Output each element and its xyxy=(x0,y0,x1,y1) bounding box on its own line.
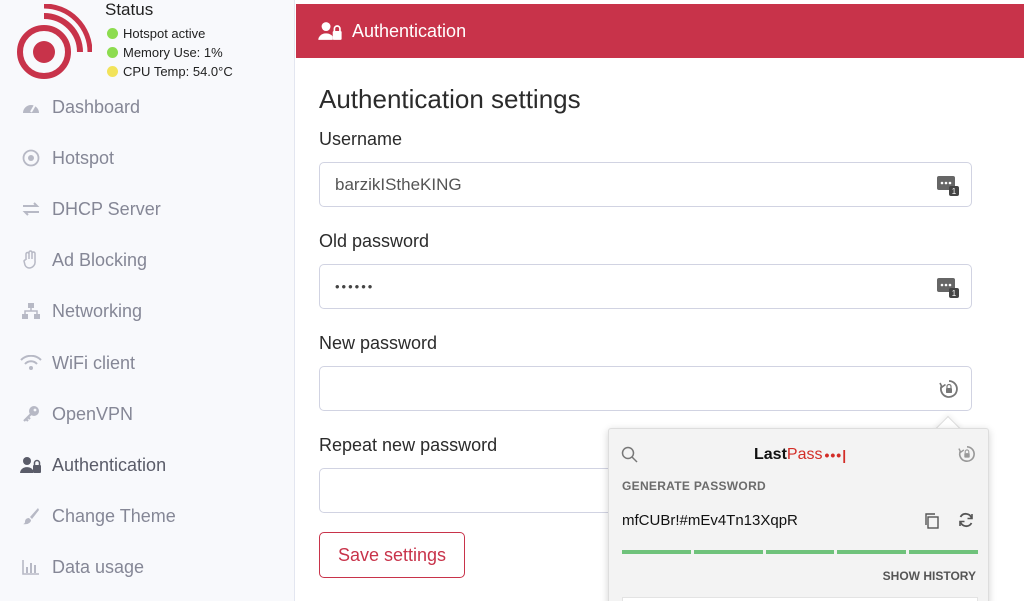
paint-brush-icon xyxy=(20,505,42,527)
generated-password[interactable]: mfCUBr!#mEv4Tn13XqpR xyxy=(622,512,798,529)
lastpass-generate-icon[interactable] xyxy=(958,445,976,468)
sidebar-item-label: WiFi client xyxy=(52,352,136,373)
lastpass-logo: Last Pass •••| xyxy=(754,446,847,464)
raspap-logo-icon xyxy=(17,4,92,79)
status-dot xyxy=(107,47,118,58)
sidebar-item-wifi-client[interactable]: WiFi client xyxy=(20,350,135,376)
sidebar-item-openvpn[interactable]: OpenVPN xyxy=(20,401,133,427)
show-history-link[interactable]: SHOW HISTORY xyxy=(883,569,976,583)
lastpass-autofill-icon[interactable]: 1 xyxy=(937,174,959,201)
sidebar-item-authentication[interactable]: Authentication xyxy=(20,452,166,478)
search-icon[interactable] xyxy=(621,446,639,469)
status-title: Status xyxy=(105,0,154,19)
network-icon xyxy=(20,300,42,322)
bar-chart-icon xyxy=(20,556,42,578)
username-field[interactable]: barzikIStheKING 1 xyxy=(319,162,972,207)
sidebar-item-dhcp-server[interactable]: DHCP Server xyxy=(20,196,161,222)
status-cpu-text: CPU Temp: 54.0°C xyxy=(123,64,233,79)
refresh-icon[interactable] xyxy=(958,512,974,533)
sidebar: Status Hotspot active Memory Use: 1% CPU… xyxy=(0,0,295,601)
lastpass-generate-icon[interactable] xyxy=(939,379,959,404)
sidebar-item-data-usage[interactable]: Data usage xyxy=(20,554,144,580)
key-icon xyxy=(20,403,42,425)
lastpass-popup: Last Pass •••| GENERATE PASSWORD mfCUBr!#m… xyxy=(608,428,989,601)
old-password-field[interactable]: •••••• 1 xyxy=(319,264,972,309)
sidebar-item-networking[interactable]: Networking xyxy=(20,298,142,324)
save-settings-button[interactable]: Save settings xyxy=(319,532,465,578)
sidebar-item-label: Hotspot xyxy=(52,147,115,168)
sidebar-item-label: Authentication xyxy=(52,454,167,475)
sidebar-item-label: Ad Blocking xyxy=(52,249,148,270)
status-dot xyxy=(107,66,118,77)
status-cpu: CPU Temp: 54.0°C xyxy=(107,64,233,79)
sidebar-item-label: Networking xyxy=(52,300,143,321)
status-dot xyxy=(107,28,118,39)
page-title: Authentication settings xyxy=(319,84,581,114)
sidebar-item-label: Data usage xyxy=(52,556,145,577)
exchange-icon xyxy=(20,198,42,220)
old-password-value: •••••• xyxy=(335,279,375,294)
user-lock-icon xyxy=(318,21,343,41)
sidebar-item-hotspot[interactable]: Hotspot xyxy=(20,145,114,171)
card-header: Authentication xyxy=(296,4,1024,58)
lastpass-autofill-icon[interactable]: 1 xyxy=(937,276,959,303)
svg-text:1: 1 xyxy=(952,289,957,298)
svg-text:1: 1 xyxy=(952,187,957,196)
lastpass-logo-pass: Pass xyxy=(786,446,823,463)
sidebar-item-label: Change Theme xyxy=(52,505,176,526)
lastpass-logo-last: Last xyxy=(754,446,787,463)
sidebar-item-ad-blocking[interactable]: Ad Blocking xyxy=(20,247,147,273)
status-memory-text: Memory Use: 1% xyxy=(123,45,223,60)
sidebar-item-dashboard[interactable]: Dashboard xyxy=(20,94,140,120)
copy-icon[interactable] xyxy=(924,513,940,534)
sidebar-item-label: DHCP Server xyxy=(52,198,161,219)
wifi-icon xyxy=(20,352,42,374)
hand-icon xyxy=(20,249,42,271)
sidebar-item-change-theme[interactable]: Change Theme xyxy=(20,503,176,529)
status-hotspot: Hotspot active xyxy=(107,26,205,41)
username-value: barzikIStheKING xyxy=(335,174,462,194)
old-password-label: Old password xyxy=(319,231,430,251)
dot-circle-icon xyxy=(20,147,42,169)
sidebar-item-label: Dashboard xyxy=(52,96,141,117)
password-strength-bar xyxy=(622,550,978,554)
new-password-label: New password xyxy=(319,333,438,353)
user-lock-icon xyxy=(20,454,42,476)
lastpass-logo-dots: •••| xyxy=(824,447,848,463)
status-hotspot-text: Hotspot active xyxy=(123,26,206,41)
generate-password-heading: GENERATE PASSWORD xyxy=(622,479,766,493)
lastpass-options-panel xyxy=(622,597,978,601)
status-memory: Memory Use: 1% xyxy=(107,45,223,60)
sidebar-item-label: OpenVPN xyxy=(52,403,134,424)
username-label: Username xyxy=(319,129,403,149)
tachometer-icon xyxy=(20,96,42,118)
header-title: Authentication xyxy=(352,20,467,41)
repeat-password-label: Repeat new password xyxy=(319,435,498,455)
new-password-field[interactable] xyxy=(319,366,972,411)
